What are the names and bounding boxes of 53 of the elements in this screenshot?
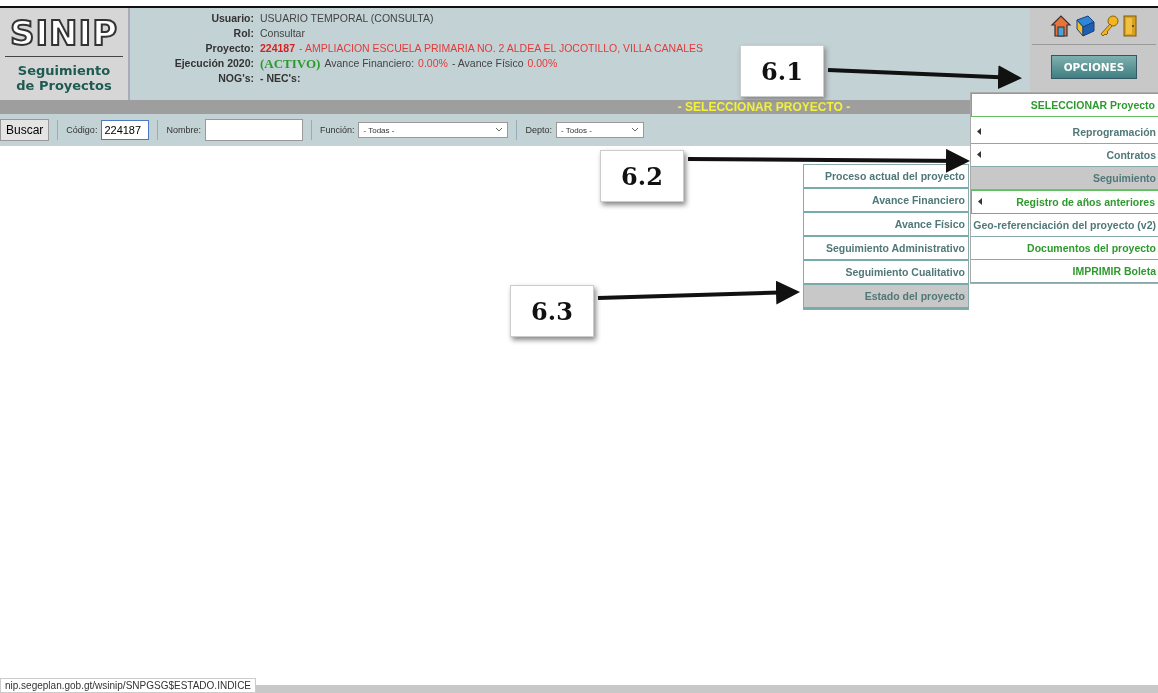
menu-item[interactable]: Geo-referenciación del proyecto (v2) — [971, 214, 1158, 237]
step-callout: 6.1 — [740, 45, 824, 97]
caret-icon — [495, 127, 504, 133]
scrollbar[interactable] — [256, 685, 1158, 693]
field-label: Rol: — [232, 26, 254, 41]
search-button[interactable]: Buscar — [0, 119, 50, 141]
field-label: Depto: — [525, 125, 552, 135]
menu-item[interactable]: Estado del proyecto — [804, 285, 968, 309]
field-label: Ejecución 2020: — [173, 56, 254, 71]
step-callout: 6.2 — [600, 150, 684, 202]
app-subtitle: Seguimiento de Proyectos — [16, 62, 112, 93]
caret-icon — [978, 198, 982, 205]
field-value: 224187 — [260, 41, 296, 56]
field-value: 0.00% — [418, 56, 448, 71]
menu-item[interactable]: Avance Financiero — [804, 189, 968, 213]
menu-item[interactable]: Seguimiento — [971, 167, 1158, 190]
caret-icon — [977, 128, 981, 135]
field-value: Consultar — [260, 26, 305, 41]
door-icon[interactable] — [1122, 14, 1138, 38]
field-value: - Avance Físico — [451, 56, 524, 71]
field-value: - NEC's: — [260, 71, 301, 86]
logo-text: SINIP — [5, 8, 123, 57]
step-callout: 6.3 — [510, 285, 594, 337]
menu-item[interactable]: IMPRIMIR Boleta — [971, 260, 1158, 283]
menu-item[interactable]: Registro de años anteriores — [971, 190, 1158, 214]
field-label: Nombre: — [166, 125, 201, 135]
menu-item[interactable]: Proceso actual del proyecto — [804, 165, 968, 189]
menu-item[interactable]: Documentos del proyecto — [971, 237, 1158, 260]
function-select[interactable]: - Todas - — [358, 122, 509, 138]
caret-icon — [977, 151, 981, 158]
caret-icon — [630, 127, 639, 133]
status-url: nip.segeplan.gob.gt/wsinip/SNPGSG$ESTADO.INDICE — [0, 678, 257, 693]
home-icon[interactable] — [1050, 14, 1072, 38]
menu-item[interactable]: Seguimiento Administrativo — [804, 237, 968, 261]
section-title: - SELECCIONAR PROYECTO - — [677, 100, 851, 114]
field-label: Usuario: — [210, 11, 254, 26]
code-input[interactable]: 224187 — [101, 120, 150, 140]
field-label: Proyecto: — [204, 41, 254, 56]
field-label: Código: — [66, 125, 98, 135]
field-label: Función: — [319, 125, 355, 135]
options-button[interactable]: OPCIONES — [1050, 55, 1138, 79]
field-label: NOG's: — [217, 71, 254, 86]
menu-item[interactable]: SELECCIONAR Proyecto — [971, 93, 1158, 117]
menu-item[interactable]: Reprogramación — [971, 121, 1158, 144]
field-value: Avance Financiero: — [324, 56, 415, 71]
menu-item[interactable]: Avance Físico — [804, 213, 968, 237]
name-input[interactable] — [204, 119, 303, 141]
field-value: - AMPLIACION ESCUELA PRIMARIA NO. 2 ALDEA EL JOCOTILLO, VILLA CANALES — [299, 41, 704, 56]
field-value: (ACTIVO) — [260, 56, 321, 71]
field-value: USUARIO TEMPORAL (CONSULTA) — [260, 11, 434, 26]
key-icon[interactable] — [1098, 14, 1120, 38]
department-select[interactable]: - Todos - — [555, 122, 644, 138]
field-value: 0.00% — [527, 56, 558, 71]
